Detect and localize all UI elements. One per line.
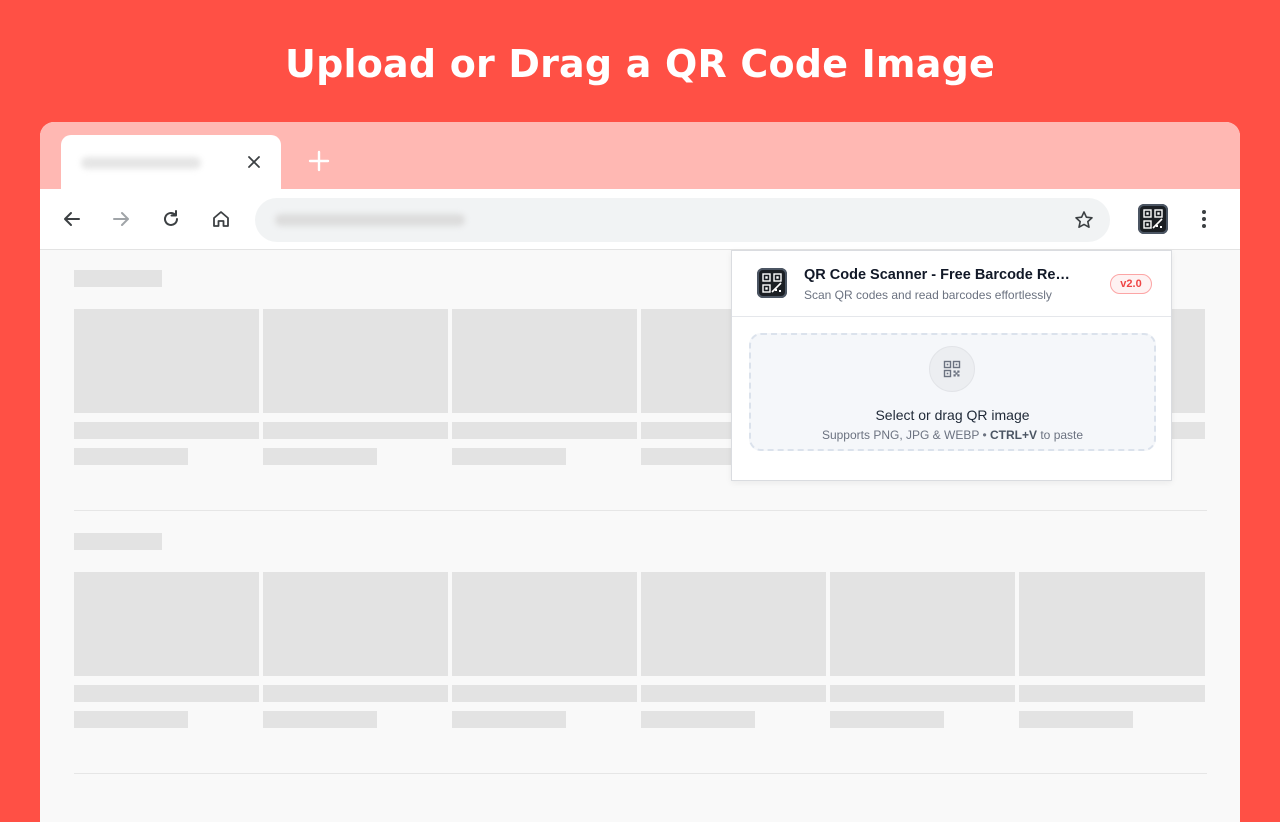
dropzone-hint-text: Supports PNG, JPG & WEBP • <box>821 428 990 442</box>
skeleton-line <box>74 685 259 702</box>
url-placeholder <box>275 214 465 226</box>
skeleton-line-short <box>263 711 377 728</box>
browser-tab[interactable] <box>61 135 281 189</box>
qr-scanner-app-icon <box>1138 204 1168 234</box>
section-divider <box>74 510 1207 511</box>
extension-popup: QR Code Scanner - Free Barcode Reader Sc… <box>731 250 1172 481</box>
skeleton-line <box>1019 685 1205 702</box>
dropzone-hint: Supports PNG, JPG & WEBP • CTRL+V to pas… <box>751 428 1154 442</box>
skeleton-card <box>74 572 259 676</box>
skeleton-line <box>263 685 448 702</box>
browser-toolbar <box>40 189 1240 250</box>
skeleton-line-short <box>74 711 188 728</box>
skeleton-card <box>452 572 637 676</box>
qr-image-dropzone[interactable]: Select or drag QR image Supports PNG, JP… <box>749 333 1156 451</box>
skeleton-line <box>452 422 637 439</box>
reload-icon[interactable] <box>156 204 186 234</box>
skeleton-card <box>830 572 1015 676</box>
skeleton-line <box>74 422 259 439</box>
dropzone-title: Select or drag QR image <box>875 407 1030 423</box>
popup-title: QR Code Scanner - Free Barcode Reader <box>804 267 1074 283</box>
page-headline: Upload or Drag a QR Code Image <box>285 42 995 86</box>
skeleton-card <box>452 309 637 413</box>
qr-scanner-extension-button[interactable] <box>1136 202 1170 236</box>
skeleton-line-short <box>74 448 188 465</box>
popup-subtitle: Scan QR codes and read barcodes effortle… <box>804 288 1052 302</box>
skeleton-line-short <box>263 448 377 465</box>
skeleton-line <box>263 422 448 439</box>
paste-shortcut: CTRL+V <box>990 428 1038 442</box>
skeleton-line <box>830 685 1015 702</box>
arrow-right-icon[interactable] <box>106 204 136 234</box>
version-badge: v2.0 <box>1110 274 1152 294</box>
skeleton-line-short <box>641 711 755 728</box>
skeleton-heading <box>74 270 162 287</box>
tab-title-placeholder <box>81 157 201 169</box>
star-icon[interactable] <box>1072 208 1096 232</box>
tab-strip <box>40 122 1240 189</box>
arrow-left-icon[interactable] <box>57 204 87 234</box>
dropzone-hint-suffix: to paste <box>1037 428 1084 442</box>
address-bar[interactable] <box>255 198 1110 242</box>
skeleton-card <box>74 309 259 413</box>
skeleton-line <box>452 685 637 702</box>
qr-code-icon <box>929 346 975 392</box>
home-icon[interactable] <box>206 204 236 234</box>
skeleton-line-short <box>452 711 566 728</box>
skeleton-card <box>263 309 448 413</box>
plus-icon[interactable] <box>305 147 333 175</box>
close-icon[interactable] <box>243 151 265 173</box>
skeleton-line-short <box>1019 711 1133 728</box>
skeleton-line-short <box>830 711 944 728</box>
qr-scanner-app-icon <box>757 268 787 298</box>
skeleton-card <box>1019 572 1205 676</box>
skeleton-line <box>641 685 826 702</box>
skeleton-card <box>263 572 448 676</box>
popup-header: QR Code Scanner - Free Barcode Reader Sc… <box>732 251 1171 317</box>
skeleton-card <box>641 572 826 676</box>
skeleton-heading <box>74 533 162 550</box>
skeleton-line-short <box>452 448 566 465</box>
section-divider <box>74 773 1207 774</box>
kebab-menu-icon[interactable] <box>1192 204 1216 234</box>
